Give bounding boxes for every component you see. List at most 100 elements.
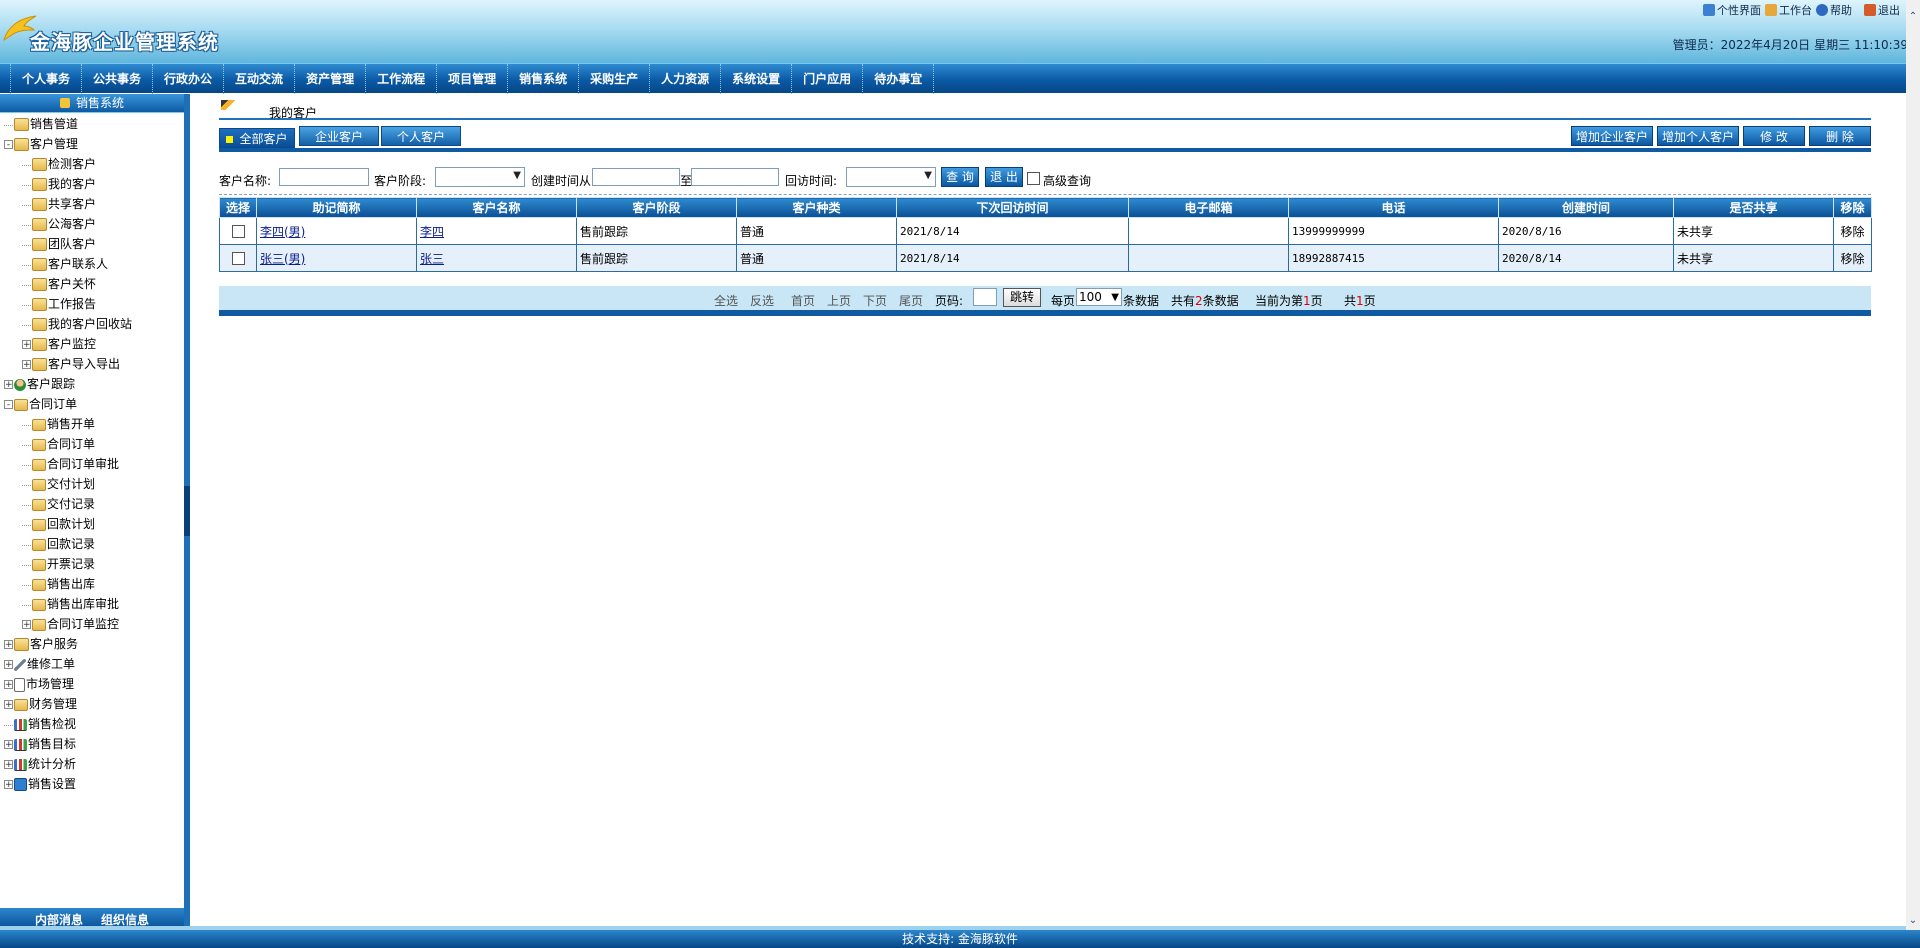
query-button[interactable]: 查 询 (941, 167, 979, 187)
per-page-select[interactable]: 100 (1076, 288, 1122, 306)
nav-purchase[interactable]: 采购生产 (579, 63, 651, 94)
nav-hr[interactable]: 人力资源 (650, 63, 722, 94)
customer-name-link[interactable]: 李四 (420, 225, 444, 239)
sidebar-item[interactable]: + 维修工单 (0, 654, 184, 674)
short-name-link[interactable]: 李四(男) (260, 225, 305, 239)
internal-messages-link[interactable]: 内部消息 (35, 911, 83, 928)
tab-enterprise-customers[interactable]: 企业客户 (299, 126, 379, 146)
sidebar-item[interactable]: 销售出库 (0, 574, 184, 594)
nav-admin-office[interactable]: 行政办公 (153, 63, 225, 94)
nav-interaction[interactable]: 互动交流 (224, 63, 296, 94)
customer-name-link[interactable]: 张三 (420, 252, 444, 266)
prev-page-link[interactable]: 上页 (827, 292, 851, 309)
delete-button[interactable]: 删 除 (1809, 126, 1871, 146)
customer-stage-select[interactable] (435, 167, 525, 187)
sidebar-item[interactable]: 检测客户 (0, 154, 184, 174)
edit-button[interactable]: 修 改 (1743, 126, 1805, 146)
advanced-query-checkbox[interactable] (1027, 172, 1040, 185)
col-customer-kind[interactable]: 客户种类 (736, 197, 897, 218)
expand-icon[interactable]: + (22, 620, 31, 630)
expand-icon[interactable]: + (4, 380, 13, 390)
visit-time-select[interactable] (846, 167, 936, 187)
sidebar-item[interactable]: 团队客户 (0, 234, 184, 254)
sidebar-item[interactable]: 交付计划 (0, 474, 184, 494)
sidebar-item[interactable]: 销售出库审批 (0, 594, 184, 614)
nav-assets[interactable]: 资产管理 (295, 63, 367, 94)
goto-page-button[interactable]: 跳转 (1003, 288, 1041, 307)
row-checkbox[interactable] (231, 252, 245, 265)
expand-icon[interactable]: + (4, 660, 13, 670)
personal-ui-link[interactable]: 个性界面 (1703, 2, 1761, 18)
col-customer-name[interactable]: 客户名称 (416, 197, 577, 218)
sidebar-item[interactable]: - 客户管理 (0, 134, 184, 154)
nav-workflow[interactable]: 工作流程 (366, 63, 438, 94)
sidebar-item[interactable]: + 客户服务 (0, 634, 184, 654)
expand-icon[interactable]: + (22, 340, 31, 350)
sidebar-item[interactable]: + 财务管理 (0, 694, 184, 714)
sidebar-item[interactable]: 我的客户回收站 (0, 314, 184, 334)
sidebar-item[interactable]: + 市场管理 (0, 674, 184, 694)
org-info-link[interactable]: 组织信息 (101, 911, 149, 928)
exit-button[interactable]: 退 出 (985, 167, 1023, 187)
add-enterprise-customer-button[interactable]: 增加企业客户 (1571, 126, 1653, 146)
invert-selection-link[interactable]: 反选 (750, 292, 774, 309)
col-phone[interactable]: 电话 (1288, 197, 1499, 218)
expand-icon[interactable]: + (4, 760, 13, 770)
short-name-link[interactable]: 张三(男) (260, 252, 305, 266)
add-personal-customer-button[interactable]: 增加个人客户 (1657, 126, 1739, 146)
collapse-icon[interactable]: - (4, 400, 13, 410)
sidebar-item[interactable]: + 客户导入导出 (0, 354, 184, 374)
expand-icon[interactable]: + (4, 700, 13, 710)
remove-link[interactable]: 移除 (1833, 244, 1872, 272)
remove-link[interactable]: 移除 (1833, 217, 1872, 245)
help-link[interactable]: 帮助 (1816, 2, 1852, 18)
sidebar-item[interactable]: + 销售设置 (0, 774, 184, 794)
scroll-down-icon[interactable]: ⌄ (1906, 914, 1920, 928)
expand-icon[interactable]: + (4, 780, 13, 790)
col-email[interactable]: 电子邮箱 (1128, 197, 1289, 218)
sidebar-item[interactable]: 我的客户 (0, 174, 184, 194)
sidebar-item[interactable]: 共享客户 (0, 194, 184, 214)
nav-settings[interactable]: 系统设置 (721, 63, 793, 94)
nav-public[interactable]: 公共事务 (82, 63, 154, 94)
tab-personal-customers[interactable]: 个人客户 (381, 126, 461, 146)
sidebar-item[interactable]: + 销售目标 (0, 734, 184, 754)
col-short-name[interactable]: 助记简称 (256, 197, 417, 218)
sidebar-item[interactable]: 客户联系人 (0, 254, 184, 274)
sidebar-item[interactable]: 公海客户 (0, 214, 184, 234)
page-number-input[interactable] (973, 288, 997, 306)
sidebar-item[interactable]: + 统计分析 (0, 754, 184, 774)
nav-portal[interactable]: 门户应用 (792, 63, 864, 94)
nav-personal[interactable]: 个人事务 (10, 63, 83, 94)
last-page-link[interactable]: 尾页 (899, 292, 923, 309)
col-created[interactable]: 创建时间 (1498, 197, 1674, 218)
expand-icon[interactable]: + (22, 360, 31, 370)
nav-projects[interactable]: 项目管理 (437, 63, 509, 94)
row-checkbox[interactable] (231, 225, 245, 238)
sidebar-item[interactable]: + 客户跟踪 (0, 374, 184, 394)
sidebar-item[interactable]: + 客户监控 (0, 334, 184, 354)
sidebar-item[interactable]: 工作报告 (0, 294, 184, 314)
scroll-up-icon[interactable]: ⌃ (1906, 10, 1920, 24)
first-page-link[interactable]: 首页 (791, 292, 815, 309)
created-to-input[interactable] (691, 168, 779, 186)
window-scrollbar[interactable]: ⌃ ⌄ (1906, 0, 1920, 930)
nav-sales[interactable]: 销售系统 (508, 63, 580, 94)
sidebar-item[interactable]: - 合同订单 (0, 394, 184, 414)
sidebar-item[interactable]: 销售管道 (0, 114, 184, 134)
sidebar-item[interactable]: 客户关怀 (0, 274, 184, 294)
tab-all-customers[interactable]: 全部客户 (219, 128, 295, 148)
logout-link[interactable]: 退出 (1864, 2, 1900, 18)
customer-name-input[interactable] (279, 168, 369, 186)
sidebar-item[interactable]: + 合同订单监控 (0, 614, 184, 634)
nav-todo[interactable]: 待办事宜 (863, 63, 935, 94)
expand-icon[interactable]: + (4, 740, 13, 750)
col-next-visit[interactable]: 下次回访时间 (896, 197, 1129, 218)
sidebar-item[interactable]: 合同订单审批 (0, 454, 184, 474)
sidebar-item[interactable]: 合同订单 (0, 434, 184, 454)
sidebar-collapse-handle[interactable] (184, 486, 190, 536)
sidebar-item[interactable]: 回款计划 (0, 514, 184, 534)
expand-icon[interactable]: + (4, 640, 13, 650)
sidebar-item[interactable]: 开票记录 (0, 554, 184, 574)
collapse-icon[interactable]: - (4, 140, 13, 150)
